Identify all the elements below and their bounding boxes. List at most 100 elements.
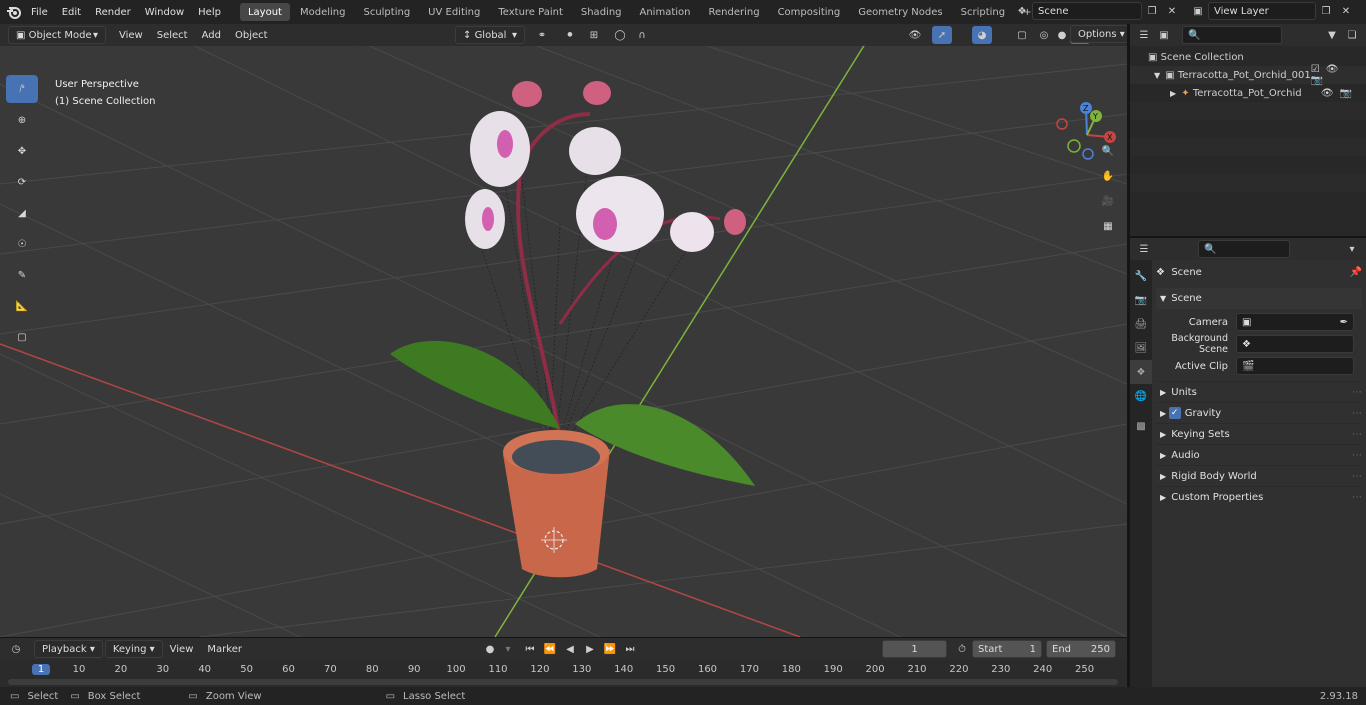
scene-panel-header[interactable]: ▼ Scene — [1156, 288, 1362, 309]
overlay-toggle-icon[interactable]: ◕ — [972, 26, 992, 44]
keying-dropdown[interactable]: Keying ▾ — [104, 640, 163, 658]
tab-shading[interactable]: Shading — [573, 3, 630, 21]
view-layer-icon[interactable]: ▣ — [1188, 2, 1208, 20]
pivot-point-icon[interactable]: ⚭ — [532, 26, 552, 44]
falloff-icon[interactable]: ∩ — [632, 26, 652, 44]
play-icon[interactable]: ▶ — [580, 640, 600, 658]
preview-range-icon[interactable]: ⏱ — [952, 640, 972, 658]
expand-arrow-icon[interactable]: ▶ — [1170, 89, 1181, 98]
gravity-panel-header[interactable]: ▶ ✓ Gravity ⋯ — [1156, 402, 1362, 423]
outliner-search-input[interactable]: 🔍 — [1182, 26, 1282, 44]
tab-rendering[interactable]: Rendering — [700, 3, 767, 21]
close-scene-icon[interactable]: ✕ — [1162, 2, 1182, 20]
menu-render[interactable]: Render — [88, 0, 138, 24]
gizmo-toggle-icon[interactable]: ➚ — [932, 26, 952, 44]
select-box-tool-icon[interactable]: ⭚ — [6, 75, 38, 103]
scale-tool-icon[interactable]: ◢ — [6, 199, 38, 227]
custom-properties-panel-header[interactable]: ▶ Custom Properties ⋯ — [1156, 486, 1362, 507]
filter-icon[interactable]: ▼ — [1322, 26, 1342, 44]
tab-scripting[interactable]: Scripting — [953, 3, 1013, 21]
annotate-tool-icon[interactable]: ✎ — [6, 261, 38, 289]
tab-layout[interactable]: Layout — [239, 3, 290, 21]
editor-type-icon[interactable]: ◷ — [6, 640, 26, 658]
cursor-tool-icon[interactable]: ⊕ — [6, 106, 38, 134]
exclude-checkbox-icon[interactable]: ☑ — [1311, 64, 1326, 75]
timeline-scrollbar[interactable] — [8, 679, 1118, 685]
options-dropdown[interactable]: Options ▾ — [1070, 25, 1127, 43]
proportional-edit-icon[interactable]: ◯ — [610, 26, 630, 44]
menu-window[interactable]: Window — [138, 0, 191, 24]
menu-help[interactable]: Help — [191, 0, 228, 24]
new-collection-icon[interactable]: ❏ — [1342, 26, 1362, 44]
rigid-body-world-panel-header[interactable]: ▶ Rigid Body World ⋯ — [1156, 465, 1362, 486]
menu-file[interactable]: File — [24, 0, 55, 24]
pin-icon[interactable]: 📌 — [1350, 267, 1362, 278]
texture-tab-icon[interactable]: ▩ — [1130, 414, 1152, 438]
view-layer-field[interactable]: View Layer — [1208, 2, 1316, 20]
tab-sculpting[interactable]: Sculpting — [355, 3, 418, 21]
tool-tab-icon[interactable]: 🔧 — [1130, 264, 1152, 288]
xray-icon[interactable]: ▢ — [1012, 26, 1032, 44]
background-scene-field[interactable]: ❖ — [1236, 335, 1354, 353]
viewport-menu-view[interactable]: View — [112, 26, 150, 44]
view-layer-tab-icon[interactable]: 🖼 — [1130, 336, 1152, 360]
editor-type-icon[interactable]: ☰ — [1134, 26, 1154, 44]
viewport-menu-add[interactable]: Add — [195, 26, 228, 44]
world-tab-icon[interactable]: 🌐 — [1130, 384, 1152, 408]
next-keyframe-icon[interactable]: ⏩ — [600, 640, 620, 658]
viewport-menu-select[interactable]: Select — [150, 26, 195, 44]
timeline-menu-marker[interactable]: Marker — [200, 640, 249, 658]
playback-dropdown[interactable]: Playback ▾ — [34, 640, 103, 658]
perspective-grid-icon[interactable]: ▦ — [1097, 215, 1119, 237]
orchid-model[interactable] — [390, 81, 755, 578]
menu-edit[interactable]: Edit — [55, 0, 88, 24]
tab-compositing[interactable]: Compositing — [770, 3, 849, 21]
3d-viewport[interactable]: ▣ Object Mode ▾ View Select Add Object ↕… — [0, 24, 1127, 637]
drag-handle-icon[interactable]: ⋯ — [1352, 408, 1362, 419]
jump-start-icon[interactable]: ⏮ — [520, 640, 540, 658]
frame-ruler[interactable]: 1 10 20 30 40 50 60 70 80 90 100 110 120 130 140 150 160… — [0, 663, 1127, 679]
editor-type-icon[interactable]: ☰ — [1134, 240, 1154, 258]
active-clip-field[interactable]: 🎬 — [1236, 357, 1354, 375]
rotate-tool-icon[interactable]: ⟳ — [6, 168, 38, 196]
record-icon[interactable]: ● — [480, 640, 500, 658]
drag-handle-icon[interactable]: ⋯ — [1352, 387, 1362, 398]
measure-tool-icon[interactable]: 📐 — [6, 292, 38, 320]
add-cube-tool-icon[interactable]: ▢ — [6, 323, 38, 351]
play-reverse-icon[interactable]: ◀ — [560, 640, 580, 658]
scene-tab-icon[interactable]: ❖ — [1130, 360, 1152, 384]
chevron-down-icon[interactable]: ▾ — [498, 640, 518, 658]
units-panel-header[interactable]: ▶ Units ⋯ — [1156, 381, 1362, 402]
object-mode-dropdown[interactable]: ▣ Object Mode ▾ — [8, 26, 106, 44]
transform-tool-icon[interactable]: ☉ — [6, 230, 38, 258]
camera-field[interactable]: ▣ ✒ — [1236, 313, 1354, 331]
tab-animation[interactable]: Animation — [632, 3, 699, 21]
outliner-row-object[interactable]: ▶ ✦ Terracotta_Pot_Orchid 👁📷 — [1130, 84, 1366, 102]
jump-end-icon[interactable]: ⏭ — [620, 640, 640, 658]
scene-icon[interactable]: ❖ — [1012, 2, 1032, 20]
pan-hand-icon[interactable]: ✋ — [1097, 165, 1119, 187]
blender-logo-icon[interactable] — [4, 3, 24, 21]
snap-icon[interactable]: ⚫ — [560, 26, 580, 44]
current-frame-field[interactable]: 1 — [882, 640, 947, 658]
expand-arrow-icon[interactable]: ▼ — [1154, 71, 1165, 80]
timeline-menu-view[interactable]: View — [163, 640, 201, 658]
tab-texture-paint[interactable]: Texture Paint — [490, 3, 571, 21]
drag-handle-icon[interactable]: ⋯ — [1352, 492, 1362, 503]
tab-geometry-nodes[interactable]: Geometry Nodes — [850, 3, 950, 21]
outliner-row-collection[interactable]: ▼ ▣ Terracotta_Pot_Orchid_001 ☑👁📷 — [1130, 64, 1366, 86]
output-tab-icon[interactable]: 🖨 — [1130, 312, 1152, 336]
current-frame-marker[interactable]: 1 — [32, 664, 50, 675]
zoom-icon[interactable]: 🔍 — [1097, 140, 1119, 162]
camera-icon[interactable]: 📷 — [1340, 88, 1358, 99]
render-tab-icon[interactable]: 📷 — [1130, 288, 1152, 312]
eye-icon[interactable]: 👁 — [1326, 64, 1345, 75]
keying-sets-panel-header[interactable]: ▶ Keying Sets ⋯ — [1156, 423, 1362, 444]
audio-panel-header[interactable]: ▶ Audio ⋯ — [1156, 444, 1362, 465]
snap-target-icon[interactable]: ⊞ — [584, 26, 604, 44]
gravity-checkbox[interactable]: ✓ — [1168, 407, 1181, 419]
copy-view-layer-icon[interactable]: ❐ — [1316, 2, 1336, 20]
drag-handle-icon[interactable]: ⋯ — [1352, 471, 1362, 482]
copy-scene-icon[interactable]: ❐ — [1142, 2, 1162, 20]
visibility-icon[interactable]: 👁 — [905, 26, 925, 44]
